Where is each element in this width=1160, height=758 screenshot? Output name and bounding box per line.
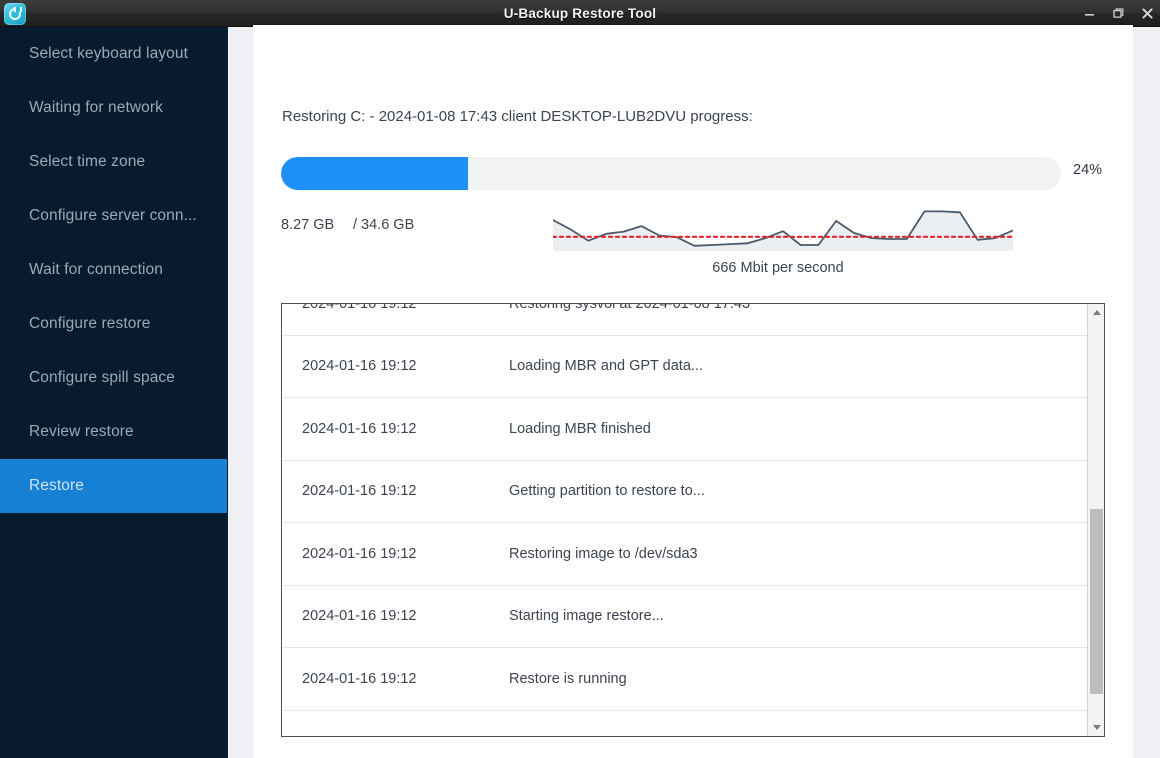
minimize-icon[interactable] [1082,7,1096,21]
sidebar-item-select-time-zone[interactable]: Select time zone [0,135,227,189]
sidebar-item-review-restore[interactable]: Review restore [0,405,227,459]
throughput-sparkline-chart [553,200,1013,255]
transferred-size: 8.27 GB [281,217,334,233]
scroll-down-icon[interactable] [1088,719,1105,736]
log-message: Loading MBR and GPT data... [509,358,703,374]
sidebar-item-configure-restore[interactable]: Configure restore [0,297,227,351]
restore-icon[interactable] [1111,7,1125,21]
progress-percent-label: 24% [1073,162,1102,178]
sidebar-item-label: Configure restore [29,315,150,333]
app-icon [4,3,26,25]
progress-bar-fill [281,157,468,190]
sidebar-item-label: Configure spill space [29,369,175,387]
log-message: Starting image restore... [509,608,664,624]
table-row[interactable]: 2024-01-16 19:12Restore is running [282,648,1087,711]
window-controls [1082,0,1154,27]
log-message: Getting partition to restore to... [509,483,705,499]
restore-panel: Restoring C: - 2024-01-08 17:43 client D… [253,25,1133,758]
log-message: Restoring sysvol at 2024-01-08 17:43 [509,304,750,312]
app-logo-glyph [9,8,21,20]
log-scrollbar[interactable] [1087,304,1104,736]
sidebar-item-restore[interactable]: Restore [0,459,227,513]
restore-progress-bar [281,157,1061,190]
speed-label: 666 Mbit per second [543,260,1013,276]
log-message: Restore is running [509,671,627,687]
log-timestamp: 2024-01-16 19:12 [282,546,509,562]
log-timestamp: 2024-01-16 19:12 [282,358,509,374]
sidebar-item-label: Waiting for network [29,99,163,117]
restore-log-panel: 2024-01-16 19:12Restoring sysvol at 2024… [281,303,1105,737]
page-title: Restoring C: - 2024-01-08 17:43 client D… [282,108,753,125]
main-content: Restoring C: - 2024-01-08 17:43 client D… [228,27,1160,758]
log-timestamp: 2024-01-16 19:12 [282,608,509,624]
sidebar-item-label: Review restore [29,423,134,441]
sidebar-item-select-keyboard-layout[interactable]: Select keyboard layout [0,27,227,81]
scroll-up-icon[interactable] [1088,304,1105,321]
log-timestamp: 2024-01-16 19:12 [282,483,509,499]
sidebar-item-label: Select keyboard layout [29,45,188,63]
table-row[interactable]: 2024-01-16 19:12Restoring image to /dev/… [282,523,1087,586]
restore-log-list[interactable]: 2024-01-16 19:12Restoring sysvol at 2024… [282,304,1087,736]
table-row[interactable]: 2024-01-16 19:12Getting partition to res… [282,461,1087,524]
log-message: Restoring image to /dev/sda3 [509,546,698,562]
log-timestamp: 2024-01-16 19:12 [282,671,509,687]
sidebar-item-configure-spill-space[interactable]: Configure spill space [0,351,227,405]
sidebar-item-configure-server-connection[interactable]: Configure server conn... [0,189,227,243]
close-icon[interactable] [1140,7,1154,21]
table-row[interactable]: 2024-01-16 19:12Restoring sysvol at 2024… [282,304,1087,336]
table-row[interactable]: 2024-01-16 19:12Starting image restore..… [282,586,1087,649]
table-row[interactable]: 2024-01-16 19:12Loading MBR finished [282,398,1087,461]
sidebar: Select keyboard layout Waiting for netwo… [0,27,228,758]
log-timestamp: 2024-01-16 19:12 [282,304,509,312]
sidebar-item-label: Restore [29,477,84,495]
window-titlebar: U-Backup Restore Tool [0,0,1160,27]
sidebar-item-wait-for-connection[interactable]: Wait for connection [0,243,227,297]
sidebar-item-label: Wait for connection [29,261,163,279]
sidebar-item-label: Select time zone [29,153,145,171]
total-size: / 34.6 GB [353,217,414,233]
sidebar-item-label: Configure server conn... [29,207,197,225]
log-timestamp: 2024-01-16 19:12 [282,421,509,437]
scrollbar-thumb[interactable] [1090,509,1103,694]
sidebar-item-waiting-for-network[interactable]: Waiting for network [0,81,227,135]
log-message: Loading MBR finished [509,421,651,437]
table-row[interactable]: 2024-01-16 19:12Loading MBR and GPT data… [282,336,1087,399]
window-title: U-Backup Restore Tool [0,6,1160,21]
